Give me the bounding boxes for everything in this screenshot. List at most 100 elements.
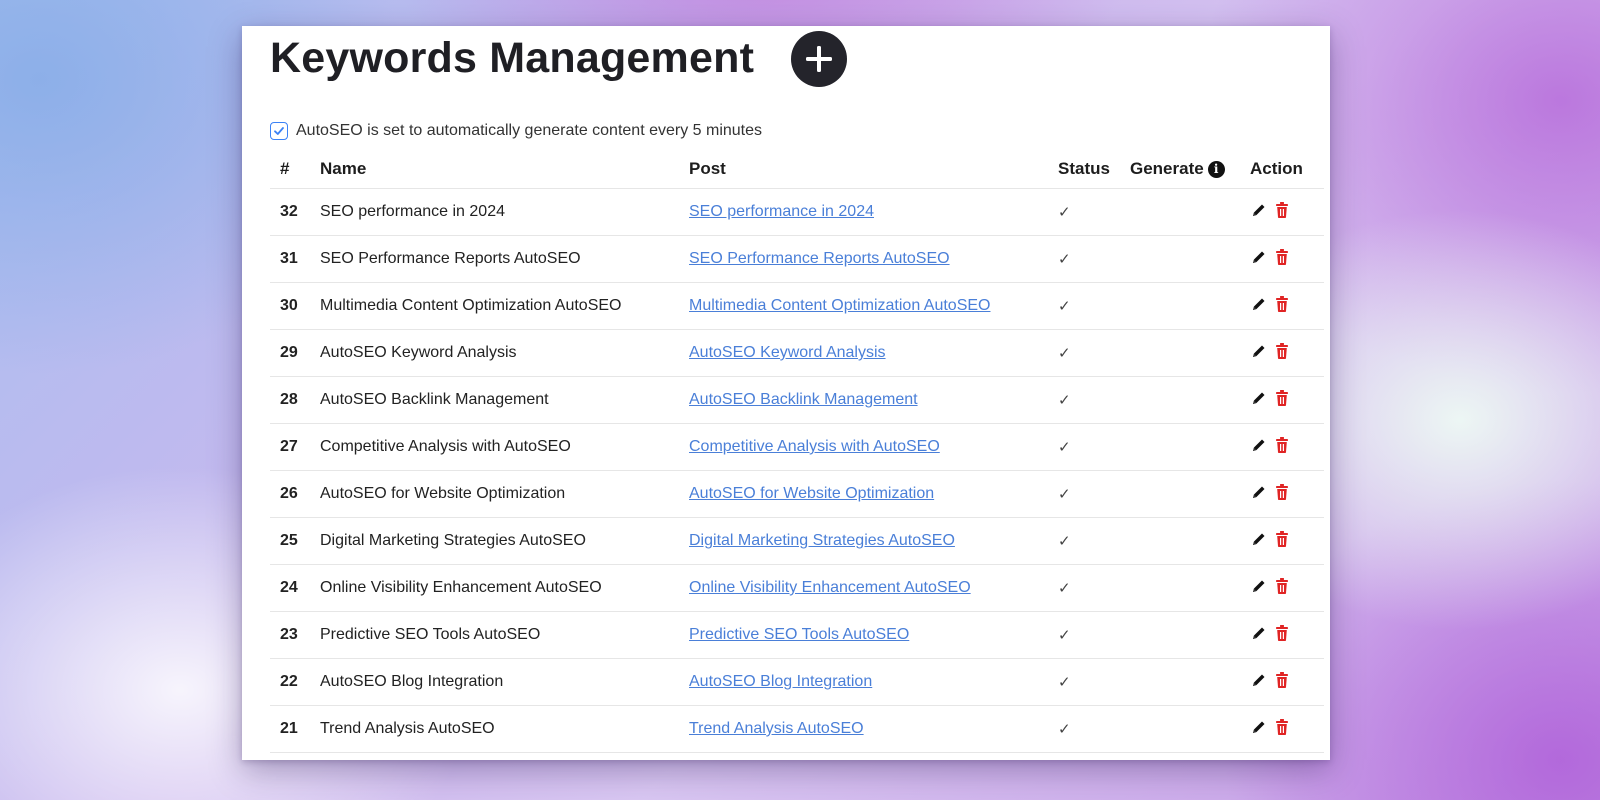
trash-icon[interactable] — [1274, 389, 1290, 407]
column-header-post: Post — [679, 150, 1048, 189]
row-post-link[interactable]: SEO Performance Reports AutoSEO — [689, 250, 950, 267]
row-post-link[interactable]: AutoSEO Backlink Management — [689, 391, 918, 408]
trash-icon[interactable] — [1274, 436, 1290, 454]
pencil-icon[interactable] — [1250, 248, 1268, 266]
trash-icon[interactable] — [1274, 342, 1290, 360]
row-id: 32 — [270, 188, 310, 236]
pencil-icon[interactable] — [1250, 389, 1268, 407]
row-id: 30 — [270, 282, 310, 330]
trash-icon[interactable] — [1274, 483, 1290, 501]
row-status-check: ✓ — [1048, 611, 1120, 659]
table-row: 29 AutoSEO Keyword Analysis AutoSEO Keywor… — [270, 329, 1324, 377]
auto-generate-checkbox[interactable] — [270, 122, 288, 140]
trash-icon[interactable] — [1274, 624, 1290, 642]
row-id: 27 — [270, 423, 310, 471]
pencil-icon[interactable] — [1250, 201, 1268, 219]
trash-icon[interactable] — [1274, 248, 1290, 266]
row-status-check: ✓ — [1048, 282, 1120, 330]
row-generate-cell — [1120, 705, 1240, 753]
row-id: 21 — [270, 705, 310, 753]
trash-icon[interactable] — [1274, 718, 1290, 736]
pencil-icon[interactable] — [1250, 436, 1268, 454]
row-generate-cell — [1120, 376, 1240, 424]
row-post-link[interactable]: Competitive Analysis with AutoSEO — [689, 438, 940, 455]
row-post-link[interactable]: Predictive SEO Tools AutoSEO — [689, 626, 909, 643]
pencil-icon[interactable] — [1250, 342, 1268, 360]
row-generate-cell — [1120, 282, 1240, 330]
pencil-icon[interactable] — [1250, 530, 1268, 548]
row-keyword-name: Multimedia Content Optimization AutoSEO — [310, 282, 679, 330]
row-keyword-name: AutoSEO Blog Integration — [310, 658, 679, 706]
row-post-link[interactable]: AutoSEO Blog Integration — [689, 673, 872, 690]
pencil-icon[interactable] — [1250, 671, 1268, 689]
row-keyword-name: Predictive SEO Tools AutoSEO — [310, 611, 679, 659]
row-id: 25 — [270, 517, 310, 565]
trash-icon[interactable] — [1274, 201, 1290, 219]
table-row: 25 Digital Marketing Strategies AutoSEO Di… — [270, 517, 1324, 565]
pencil-icon[interactable] — [1250, 295, 1268, 313]
column-header-name: Name — [310, 150, 679, 189]
table-row: 22 AutoSEO Blog Integration AutoSEO Blog I… — [270, 658, 1324, 706]
row-keyword-name: Competitive Analysis with AutoSEO — [310, 423, 679, 471]
trash-icon[interactable] — [1274, 577, 1290, 595]
table-row: 21 Trend Analysis AutoSEO Trend Analysis A… — [270, 705, 1324, 753]
row-post-link[interactable]: Digital Marketing Strategies AutoSEO — [689, 532, 955, 549]
trash-icon[interactable] — [1274, 671, 1290, 689]
row-keyword-name: SEO Performance Reports AutoSEO — [310, 235, 679, 283]
keywords-management-panel: Keywords Management AutoSEO is set to au… — [242, 26, 1330, 760]
row-keyword-name: AutoSEO Keyword Analysis — [310, 329, 679, 377]
row-keyword-name: Trend Analysis AutoSEO — [310, 705, 679, 753]
page-title: Keywords Management — [270, 34, 755, 82]
add-keyword-button[interactable] — [791, 31, 847, 87]
pencil-icon[interactable] — [1250, 624, 1268, 642]
row-post-link[interactable]: AutoSEO Keyword Analysis — [689, 344, 886, 361]
row-id: 22 — [270, 658, 310, 706]
row-id: 23 — [270, 611, 310, 659]
row-status-check: ✓ — [1048, 517, 1120, 565]
keywords-table: # Name Post Status Generate i Action 32 S… — [270, 150, 1324, 753]
row-keyword-name: Digital Marketing Strategies AutoSEO — [310, 517, 679, 565]
row-id: 28 — [270, 376, 310, 424]
row-id: 29 — [270, 329, 310, 377]
row-status-check: ✓ — [1048, 329, 1120, 377]
row-post-link[interactable]: Trend Analysis AutoSEO — [689, 720, 864, 737]
pencil-icon[interactable] — [1250, 577, 1268, 595]
row-id: 26 — [270, 470, 310, 518]
row-generate-cell — [1120, 658, 1240, 706]
pencil-icon[interactable] — [1250, 483, 1268, 501]
table-row: 23 Predictive SEO Tools AutoSEO Predictive… — [270, 611, 1324, 659]
pencil-icon[interactable] — [1250, 718, 1268, 736]
row-generate-cell — [1120, 423, 1240, 471]
info-icon[interactable]: i — [1207, 160, 1225, 178]
row-status-check: ✓ — [1048, 188, 1120, 236]
row-generate-cell — [1120, 470, 1240, 518]
row-post-link[interactable]: SEO performance in 2024 — [689, 203, 874, 220]
column-header-number: # — [270, 150, 310, 189]
row-status-check: ✓ — [1048, 235, 1120, 283]
row-status-check: ✓ — [1048, 376, 1120, 424]
column-header-action: Action — [1240, 150, 1324, 189]
row-status-check: ✓ — [1048, 423, 1120, 471]
row-keyword-name: AutoSEO for Website Optimization — [310, 470, 679, 518]
table-row: 24 Online Visibility Enhancement AutoSEO O… — [270, 564, 1324, 612]
table-header-row: # Name Post Status Generate i Action — [270, 150, 1324, 189]
trash-icon[interactable] — [1274, 530, 1290, 548]
row-post-link[interactable]: Online Visibility Enhancement AutoSEO — [689, 579, 971, 596]
row-generate-cell — [1120, 611, 1240, 659]
row-post-link[interactable]: Multimedia Content Optimization AutoSEO — [689, 297, 990, 314]
column-header-status: Status — [1048, 150, 1120, 189]
row-post-link[interactable]: AutoSEO for Website Optimization — [689, 485, 934, 502]
table-row: 30 Multimedia Content Optimization AutoSE… — [270, 282, 1324, 330]
checkmark-icon — [274, 127, 284, 135]
table-row: 27 Competitive Analysis with AutoSEO Compe… — [270, 423, 1324, 471]
row-status-check: ✓ — [1048, 470, 1120, 518]
row-generate-cell — [1120, 329, 1240, 377]
row-keyword-name: Online Visibility Enhancement AutoSEO — [310, 564, 679, 612]
row-generate-cell — [1120, 517, 1240, 565]
trash-icon[interactable] — [1274, 295, 1290, 313]
row-status-check: ✓ — [1048, 658, 1120, 706]
table-row: 31 SEO Performance Reports AutoSEO SEO Per… — [270, 235, 1324, 283]
table-body: 32 SEO performance in 2024 SEO performance… — [270, 188, 1324, 753]
row-id: 24 — [270, 564, 310, 612]
row-generate-cell — [1120, 188, 1240, 236]
